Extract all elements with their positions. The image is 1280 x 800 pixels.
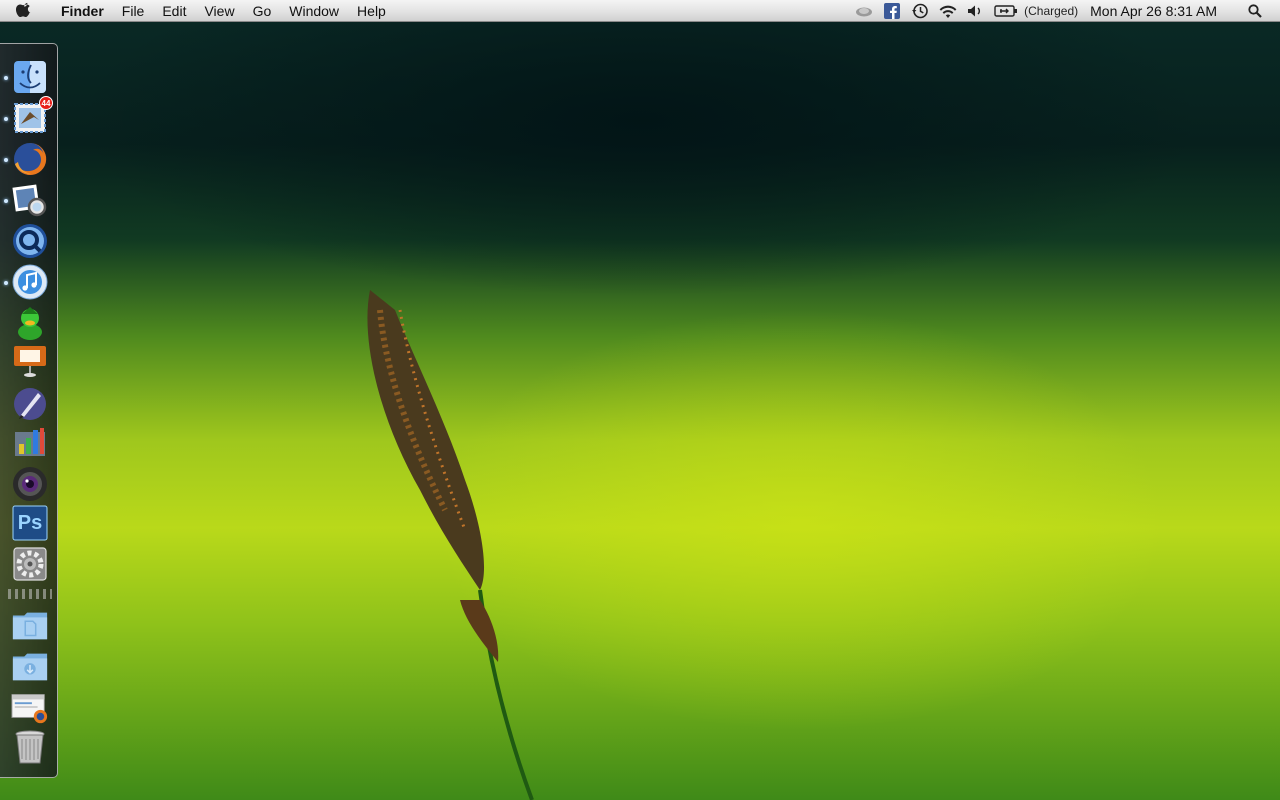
- running-indicator: [4, 117, 8, 121]
- pen-nib-icon: [14, 388, 46, 420]
- menu-help[interactable]: Help: [348, 0, 395, 22]
- dock-trash[interactable]: [11, 728, 49, 766]
- running-indicator: [4, 158, 8, 162]
- dock: 44 Ps: [0, 43, 58, 778]
- dock-preview[interactable]: [11, 181, 49, 219]
- menu-go[interactable]: Go: [244, 0, 281, 22]
- wifi-icon[interactable]: [937, 0, 959, 22]
- menu-extras: (Charged) Mon Apr 26 8:31 AM: [850, 0, 1280, 22]
- dock-itunes[interactable]: [11, 263, 49, 301]
- itunes-icon: [12, 264, 48, 300]
- quicktime-icon: [13, 224, 47, 258]
- running-indicator: [4, 199, 8, 203]
- menu-bar: Finder File Edit View Go Window Help (Ch…: [0, 0, 1280, 22]
- dock-documents-folder[interactable]: [11, 606, 49, 644]
- dock-web-document[interactable]: [11, 688, 49, 726]
- volume-icon[interactable]: [965, 0, 987, 22]
- spotlight-icon[interactable]: [1244, 0, 1266, 22]
- menu-window[interactable]: Window: [280, 0, 348, 22]
- preview-icon: [12, 184, 47, 217]
- adium-duck-icon: [18, 307, 42, 340]
- camera-lens-icon: [13, 467, 47, 501]
- dock-keynote[interactable]: [11, 342, 49, 380]
- dock-firefox[interactable]: [11, 140, 49, 178]
- photoshop-label: Ps: [17, 511, 43, 534]
- web-document-icon: [11, 694, 48, 724]
- dock-downloads-folder[interactable]: [11, 647, 49, 685]
- battery-icon[interactable]: [993, 0, 1019, 22]
- system-preferences-gear-icon: [13, 547, 47, 581]
- apple-menu-icon[interactable]: [16, 2, 38, 20]
- running-indicator: [4, 76, 8, 80]
- dock-photoshop[interactable]: Ps: [11, 504, 49, 542]
- trash-icon: [15, 730, 45, 764]
- battery-status-text: (Charged): [1024, 3, 1079, 18]
- time-machine-icon[interactable]: [909, 0, 931, 22]
- numbers-chart-icon: [15, 428, 45, 456]
- dock-pen-app[interactable]: [11, 385, 49, 423]
- cloud-icon[interactable]: [853, 0, 875, 22]
- dock-numbers[interactable]: [11, 424, 49, 462]
- facebook-icon[interactable]: [881, 0, 903, 22]
- menu-view[interactable]: View: [195, 0, 243, 22]
- menu-file[interactable]: File: [113, 0, 154, 22]
- menu-edit[interactable]: Edit: [153, 0, 195, 22]
- dock-system-preferences[interactable]: [11, 545, 49, 583]
- menu-app-finder[interactable]: Finder: [52, 0, 113, 22]
- keynote-icon: [14, 346, 46, 377]
- running-indicator: [4, 281, 8, 285]
- clock[interactable]: Mon Apr 26 8:31 AM: [1090, 3, 1217, 19]
- documents-folder-icon: [12, 612, 48, 640]
- mail-unread-badge: 44: [39, 96, 53, 110]
- dock-separator: [8, 589, 52, 599]
- dock-adium[interactable]: [11, 304, 49, 342]
- dock-quicktime[interactable]: [11, 222, 49, 260]
- dock-photo-booth[interactable]: [11, 465, 49, 503]
- finder-icon: [14, 61, 46, 93]
- wallpaper-grass-stalk: [367, 290, 534, 800]
- downloads-folder-icon: [12, 653, 48, 681]
- firefox-icon: [14, 142, 47, 175]
- dock-mail[interactable]: 44: [11, 96, 53, 137]
- dock-finder[interactable]: [11, 58, 49, 96]
